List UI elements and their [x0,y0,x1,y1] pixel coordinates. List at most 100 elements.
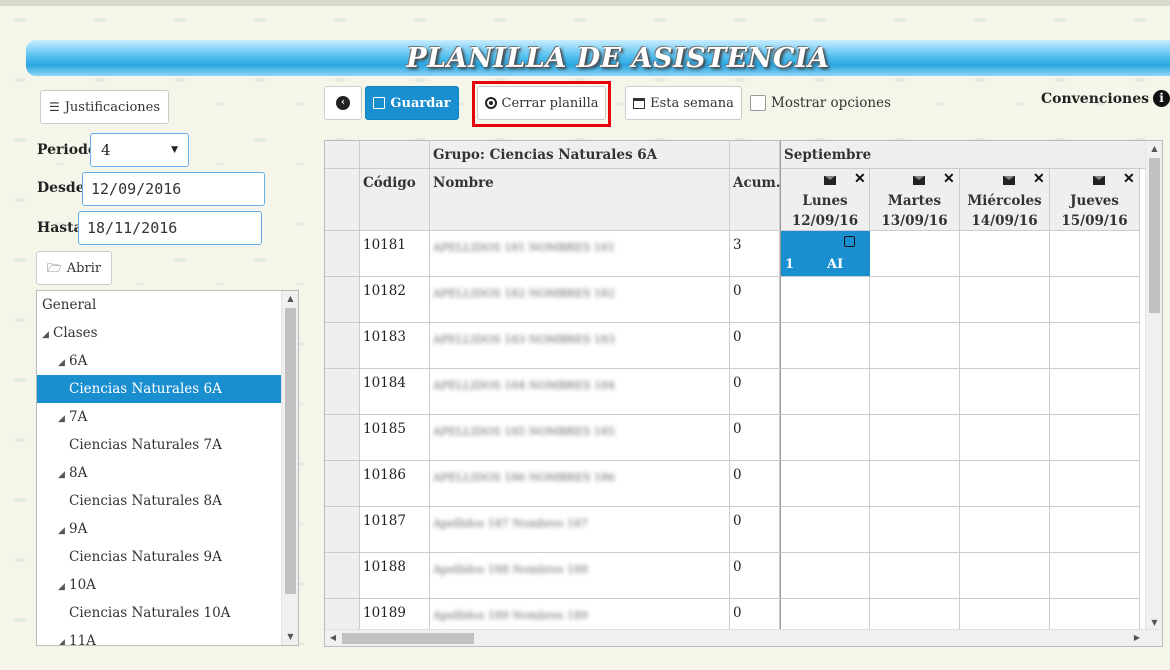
desde-field[interactable]: 12/09/2016 [82,172,265,206]
mostrar-opciones-checkbox[interactable] [750,95,766,111]
attendance-cell[interactable] [780,277,870,323]
close-icon[interactable]: ✕ [1033,171,1045,187]
grid-hscrollbar[interactable]: ◀ ▶ [325,629,1162,646]
attendance-cell[interactable] [960,553,1050,599]
tree-item[interactable]: Ciencias Naturales 6A [37,375,281,403]
attendance-cell[interactable] [1050,231,1140,277]
esta-semana-button[interactable]: Esta semana [625,86,742,120]
grid-scroll-right-icon[interactable]: ▶ [1129,630,1145,646]
close-icon[interactable]: ✕ [1123,171,1135,187]
attendance-cell[interactable] [780,553,870,599]
day-date: 13/09/16 [881,213,948,229]
tree-items: General ◢ Clases ◢ 6A Ciencias Naturales 6A ◢ 7… [37,291,281,645]
grid-scroll-left-icon[interactable]: ◀ [325,630,341,646]
expand-triangle-icon[interactable]: ◢ [58,629,69,645]
row-gutter [325,323,360,369]
hasta-field[interactable]: 18/11/2016 [78,211,262,245]
scroll-down-icon[interactable]: ▼ [282,629,298,645]
tree-item[interactable]: ◢ 8A [37,459,281,487]
attendance-cell[interactable] [1050,553,1140,599]
attendance-cell[interactable] [870,553,960,599]
acum-cell: 0 [730,277,780,323]
tree-item-label: 7A [69,409,88,425]
class-tree[interactable]: General ◢ Clases ◢ 6A Ciencias Naturales 6A ◢ 7… [36,290,299,646]
expand-triangle-icon[interactable]: ◢ [42,321,53,349]
student-name: APELLIDOS 181 NOMBRES 181 [433,241,616,254]
tree-item[interactable]: ◢ 6A [37,347,281,375]
tree-item[interactable]: ◢ 10A [37,571,281,599]
tree-item[interactable]: Ciencias Naturales 9A [37,543,281,571]
attendance-cell[interactable] [960,231,1050,277]
guardar-button[interactable]: Guardar [365,86,459,120]
attendance-cell[interactable] [1050,277,1140,323]
day-name: Lunes [802,193,848,209]
group-header: Grupo: Ciencias Naturales 6A [430,141,730,169]
attendance-cell[interactable] [870,507,960,553]
tree-scroll-thumb[interactable] [285,308,296,594]
close-icon[interactable]: ✕ [943,171,955,187]
envelope-icon[interactable] [1093,176,1105,185]
attendance-cell[interactable] [1050,369,1140,415]
attendance-cell[interactable] [960,277,1050,323]
acum-value: 0 [733,329,742,345]
convenciones-link[interactable]: Convenciones i [1041,90,1170,107]
attendance-cell[interactable] [870,369,960,415]
mostrar-opciones-label[interactable]: Mostrar opciones [771,95,891,111]
justificaciones-button[interactable]: ☰ Justificaciones [40,90,169,124]
attendance-cell[interactable] [870,415,960,461]
attendance-cell[interactable] [1050,415,1140,461]
tree-item[interactable]: ◢ 9A [37,515,281,543]
attendance-cell[interactable] [960,507,1050,553]
attendance-cell[interactable] [870,323,960,369]
envelope-icon[interactable] [913,176,925,185]
abrir-button[interactable]: 🗁 Abrir [36,251,112,285]
attendance-cell[interactable] [870,277,960,323]
expand-triangle-icon[interactable]: ◢ [58,573,69,601]
attendance-grid[interactable]: Grupo: Ciencias Naturales 6A Septiembre … [324,140,1163,647]
close-icon[interactable]: ✕ [854,171,866,187]
envelope-icon[interactable] [1003,176,1015,185]
attendance-cell[interactable] [780,323,870,369]
attendance-cell[interactable] [1050,323,1140,369]
envelope-icon[interactable] [824,176,836,185]
attendance-cell[interactable] [780,461,870,507]
tree-item[interactable]: ◢ 11A [37,627,281,645]
attendance-cell[interactable] [960,415,1050,461]
expand-triangle-icon[interactable]: ◢ [58,461,69,489]
attendance-cell[interactable] [780,507,870,553]
back-button[interactable]: ‹ [324,86,362,120]
attendance-cell[interactable] [960,461,1050,507]
attendance-cell[interactable] [780,369,870,415]
tree-item[interactable]: ◢ 7A [37,403,281,431]
grid-vscrollbar[interactable]: ▲ ▼ [1145,141,1162,631]
attendance-cell[interactable] [1050,461,1140,507]
acum-header-text: Acum. [733,175,781,191]
grid-scroll-up-icon[interactable]: ▲ [1146,141,1162,157]
day-header-icons: ✕ [870,171,959,187]
scroll-up-icon[interactable]: ▲ [282,291,298,307]
attendance-cell[interactable] [1050,507,1140,553]
attendance-cell[interactable] [780,415,870,461]
grid-vscroll-thumb[interactable] [1149,158,1160,313]
acum-cell: 0 [730,369,780,415]
attendance-cell[interactable] [870,231,960,277]
attendance-cell[interactable] [960,323,1050,369]
acum-cell: 0 [730,461,780,507]
attendance-cell[interactable] [960,369,1050,415]
tree-item[interactable]: Ciencias Naturales 8A [37,487,281,515]
tree-item[interactable]: ◢ Clases [37,319,281,347]
nombre-header: Nombre [430,169,730,231]
student-name: Apellidos 189 Nombres 189 [433,609,588,622]
active-attendance-cell[interactable]: 1 AI [780,231,870,276]
grid-hscroll-thumb[interactable] [342,633,474,644]
expand-triangle-icon[interactable]: ◢ [58,405,69,433]
code-cell: 10182 [360,277,430,323]
tree-item[interactable]: Ciencias Naturales 7A [37,431,281,459]
tree-item[interactable]: General [37,291,281,319]
attendance-cell[interactable] [870,461,960,507]
tree-scrollbar[interactable]: ▲ ▼ [281,291,298,645]
periodo-select[interactable]: 4 ▼ [90,133,189,167]
expand-triangle-icon[interactable]: ◢ [58,349,69,377]
tree-item[interactable]: Ciencias Naturales 10A [37,599,281,627]
expand-triangle-icon[interactable]: ◢ [58,517,69,545]
